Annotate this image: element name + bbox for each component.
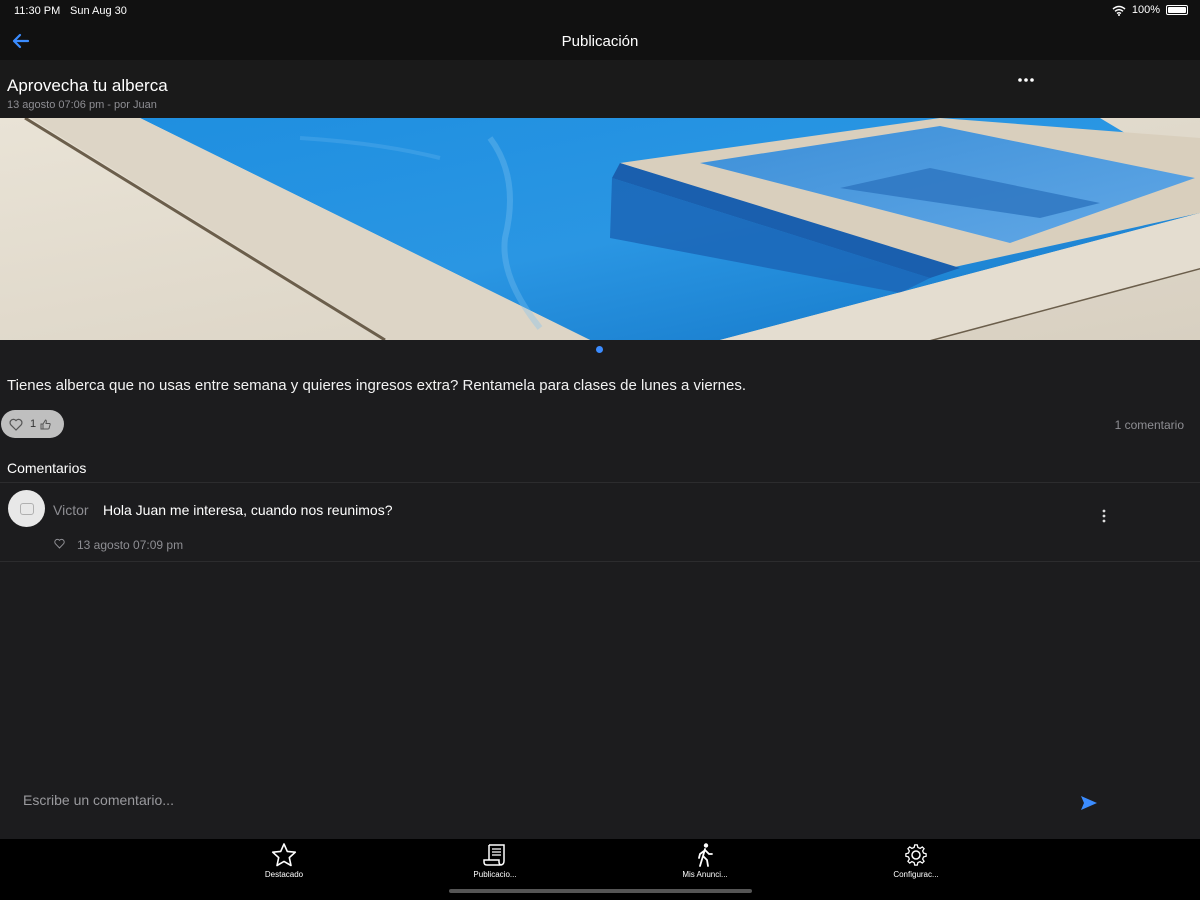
page-indicator-dot <box>596 346 603 353</box>
like-button[interactable]: 1 <box>1 410 64 438</box>
gear-icon <box>905 844 927 866</box>
post-title: Aprovecha tu alberca <box>7 76 168 95</box>
wifi-icon <box>1112 5 1126 16</box>
comment-time: 13 agosto 07:09 pm <box>77 538 184 552</box>
nav-bar: Publicación <box>0 22 1200 60</box>
battery-fill <box>1168 7 1186 13</box>
battery-percent: 100% <box>1131 4 1160 16</box>
status-bar: 11:30 PM Sun Aug 30 100% <box>0 0 1200 22</box>
tab-publicaciones[interactable]: Publicacio... <box>435 839 555 887</box>
tab-label: Publicacio... <box>473 870 517 879</box>
comment-input[interactable] <box>10 786 1070 814</box>
heart-icon <box>9 418 23 431</box>
tab-destacado[interactable]: Destacado <box>224 839 344 887</box>
scroll-icon <box>483 844 505 866</box>
divider <box>0 482 1200 483</box>
send-button[interactable] <box>1080 795 1100 813</box>
ellipsis-horizontal-icon <box>1018 78 1034 82</box>
comment-author[interactable]: Victor <box>53 502 89 518</box>
avatar[interactable] <box>8 490 45 527</box>
post-body: Tienes alberca que no usas entre semana … <box>7 377 747 394</box>
like-count: 1 <box>30 418 37 430</box>
post-meta: 13 agosto 07:06 pm - por Juan <box>7 99 157 111</box>
status-right: 100% <box>1112 4 1188 16</box>
page-title: Publicación <box>561 33 639 50</box>
comments-heading: Comentarios <box>7 460 87 476</box>
send-icon <box>1081 796 1097 810</box>
comment-text: Hola Juan me interesa, cuando nos reunim… <box>103 502 393 518</box>
avatar-placeholder-icon <box>19 502 34 515</box>
tab-label: Destacado <box>264 870 304 879</box>
tab-mis-anuncios[interactable]: Mis Anunci... <box>645 839 765 887</box>
battery-icon <box>1166 5 1188 15</box>
more-options-button[interactable] <box>1012 70 1042 90</box>
post-image[interactable] <box>0 118 1200 340</box>
pool-image <box>0 118 1200 340</box>
comment-heart-icon[interactable] <box>54 538 65 549</box>
walking-person-icon <box>698 843 713 867</box>
home-indicator[interactable] <box>449 889 752 893</box>
thumbs-up-icon <box>40 418 51 429</box>
comment-count[interactable]: 1 comentario <box>1115 418 1184 432</box>
status-date: Sun Aug 30 <box>70 5 127 17</box>
tab-configuracion[interactable]: Configurac... <box>856 839 976 887</box>
star-icon <box>271 843 297 867</box>
comment-options-button[interactable] <box>1097 506 1111 526</box>
tab-label: Configurac... <box>893 870 939 879</box>
divider <box>0 561 1200 562</box>
tab-label: Mis Anunci... <box>682 870 728 879</box>
status-time: 11:30 PM <box>14 5 61 17</box>
ellipsis-vertical-icon <box>1102 509 1106 523</box>
